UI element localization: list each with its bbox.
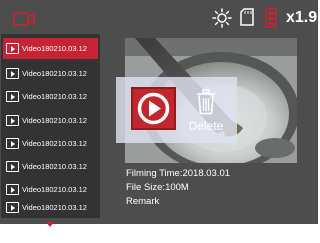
play-button[interactable] xyxy=(131,87,176,130)
video-file-icon xyxy=(6,115,19,126)
list-item[interactable]: Video180210.03.12 xyxy=(3,63,98,84)
list-item[interactable]: Video180210.03.12 xyxy=(3,197,98,218)
play-icon xyxy=(137,92,170,125)
sd-card-icon xyxy=(240,8,254,26)
list-item-label: Video180210.03.12 xyxy=(22,92,87,101)
list-item[interactable]: Video180210.03.12 xyxy=(3,38,98,59)
delete-button[interactable]: Delete xyxy=(183,86,229,136)
list-item-label: Video180210.03.12 xyxy=(22,162,87,171)
battery-icon xyxy=(265,7,277,28)
list-item[interactable]: Video180210.03.12 xyxy=(3,86,98,107)
list-item-label: Video180210.03.12 xyxy=(22,185,87,194)
list-item[interactable]: Video180210.03.12 xyxy=(3,133,98,154)
list-item-label: Video180210.03.12 xyxy=(22,139,87,148)
delete-label: Delete xyxy=(188,119,224,133)
camera-mode-icon[interactable] xyxy=(13,12,35,26)
list-item[interactable]: Video180210.03.12 xyxy=(3,110,98,131)
video-file-icon xyxy=(6,138,19,149)
device-screen: x1.9 Video180210.03.12 Video180210.03.12… xyxy=(0,0,318,227)
trash-icon xyxy=(197,89,215,115)
video-list[interactable]: Video180210.03.12 Video180210.03.12 Vide… xyxy=(1,34,100,218)
action-overlay: Delete xyxy=(116,77,237,143)
list-item-label: Video180210.03.12 xyxy=(22,44,87,53)
video-file-icon xyxy=(6,161,19,172)
video-file-icon xyxy=(6,68,19,79)
list-item-label: Video180210.03.12 xyxy=(22,203,87,212)
list-item-label: Video180210.03.12 xyxy=(22,69,87,78)
zoom-level: x1.9 xyxy=(286,9,318,26)
video-file-icon xyxy=(6,91,19,102)
file-size: File Size:100M xyxy=(126,182,189,193)
video-file-icon xyxy=(6,184,19,195)
brightness-icon[interactable] xyxy=(212,8,232,28)
filming-time: Filming Time:2018.03.01 xyxy=(126,168,231,179)
status-bar: x1.9 xyxy=(0,0,318,34)
scroll-down-arrow-icon[interactable] xyxy=(46,222,54,227)
remark: Remark xyxy=(126,196,160,207)
list-item-label: Video180210.03.12 xyxy=(22,116,87,125)
list-item[interactable]: Video180210.03.12 xyxy=(3,156,98,177)
video-file-icon xyxy=(6,43,19,54)
video-file-icon xyxy=(6,202,19,213)
